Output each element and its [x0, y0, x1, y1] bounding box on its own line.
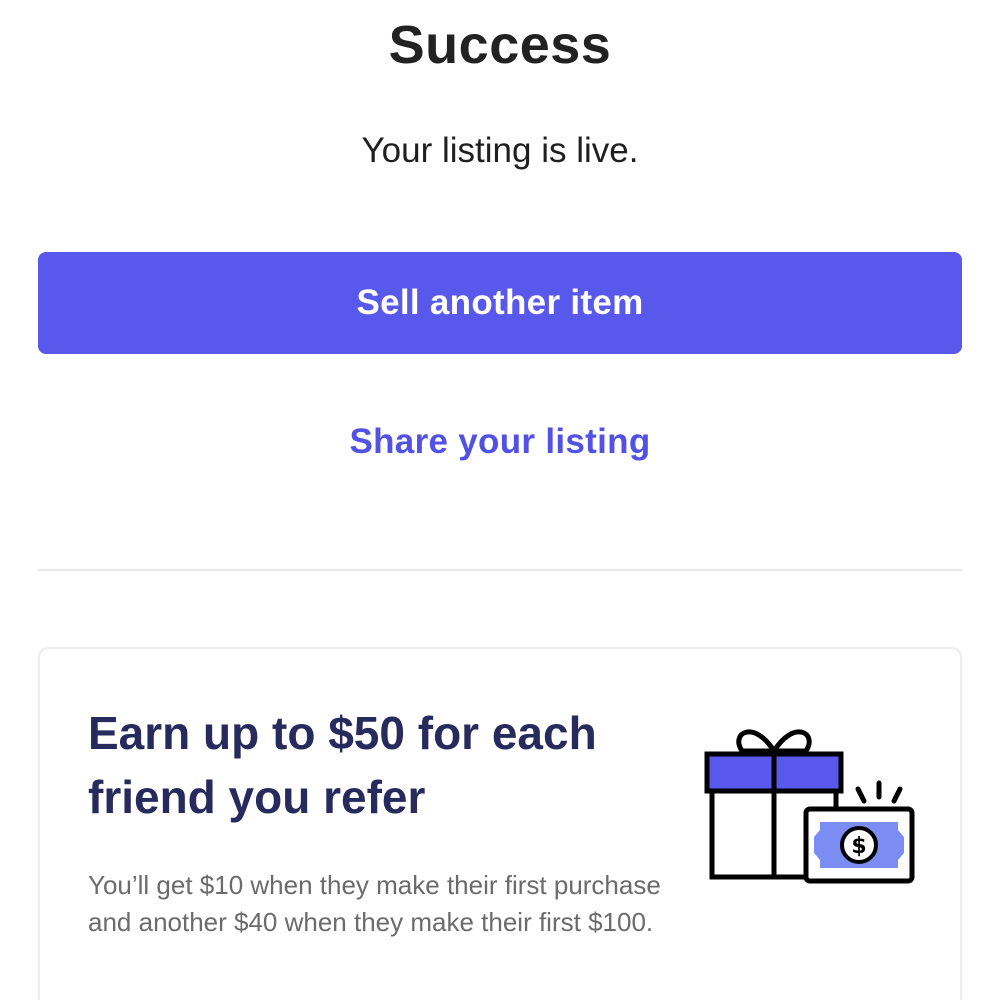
success-page: Success Your listing is live. Sell anoth… — [0, 0, 1000, 1000]
referral-promo-card[interactable]: Earn up to $50 for each friend you refer… — [38, 647, 962, 1000]
dollar-sign: $ — [851, 834, 866, 859]
share-listing-link[interactable]: Share your listing — [0, 422, 1000, 462]
section-divider — [38, 569, 962, 571]
gift-bow — [736, 729, 812, 754]
sell-another-item-button[interactable]: Sell another item — [38, 252, 962, 354]
listing-live-message: Your listing is live. — [361, 131, 639, 170]
referral-description: You’ll get $10 when they make their firs… — [88, 870, 661, 937]
page-title: Success — [388, 15, 612, 75]
sparkle-lines — [855, 780, 903, 804]
gift-and-cash-icon: $ — [704, 729, 915, 884]
referral-heading: Earn up to $50 for each friend you refer — [88, 707, 597, 823]
